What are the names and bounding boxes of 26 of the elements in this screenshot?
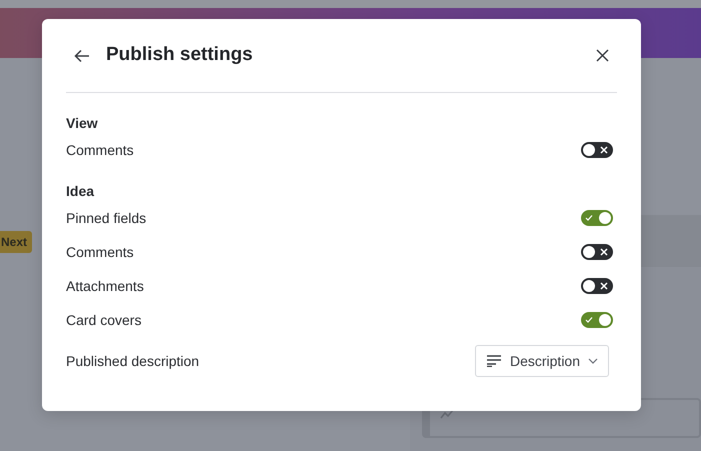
dialog-title: Publish settings: [106, 44, 253, 67]
cross-icon: [600, 248, 608, 256]
caret-icon: [588, 358, 598, 364]
section-heading: View: [66, 114, 99, 133]
status-badge: Next: [0, 231, 32, 253]
back-button[interactable]: [74, 48, 90, 62]
description-dropdown[interactable]: Description: [474, 345, 609, 377]
close-button[interactable]: [596, 49, 609, 62]
check-icon: [585, 214, 593, 222]
cross-icon: [600, 282, 608, 290]
text-lines-icon: [486, 355, 502, 367]
toggle-switch[interactable]: [581, 142, 613, 158]
setting-label: Pinned fields: [66, 208, 146, 228]
toggle-switch[interactable]: [581, 312, 613, 328]
check-icon: [585, 316, 593, 324]
setting-label: Comments: [66, 140, 134, 160]
section-heading: Idea: [66, 182, 96, 201]
toggle-switch[interactable]: [581, 278, 613, 294]
cross-icon: [600, 146, 608, 154]
toggle-switch[interactable]: [581, 244, 613, 260]
setting-label: Comments: [66, 242, 134, 262]
trend-icon: [440, 409, 454, 419]
setting-label: Published description: [66, 352, 200, 371]
toggle-switch[interactable]: [581, 210, 613, 226]
setting-label: Card covers: [66, 310, 142, 330]
setting-label: Attachments: [66, 276, 144, 296]
